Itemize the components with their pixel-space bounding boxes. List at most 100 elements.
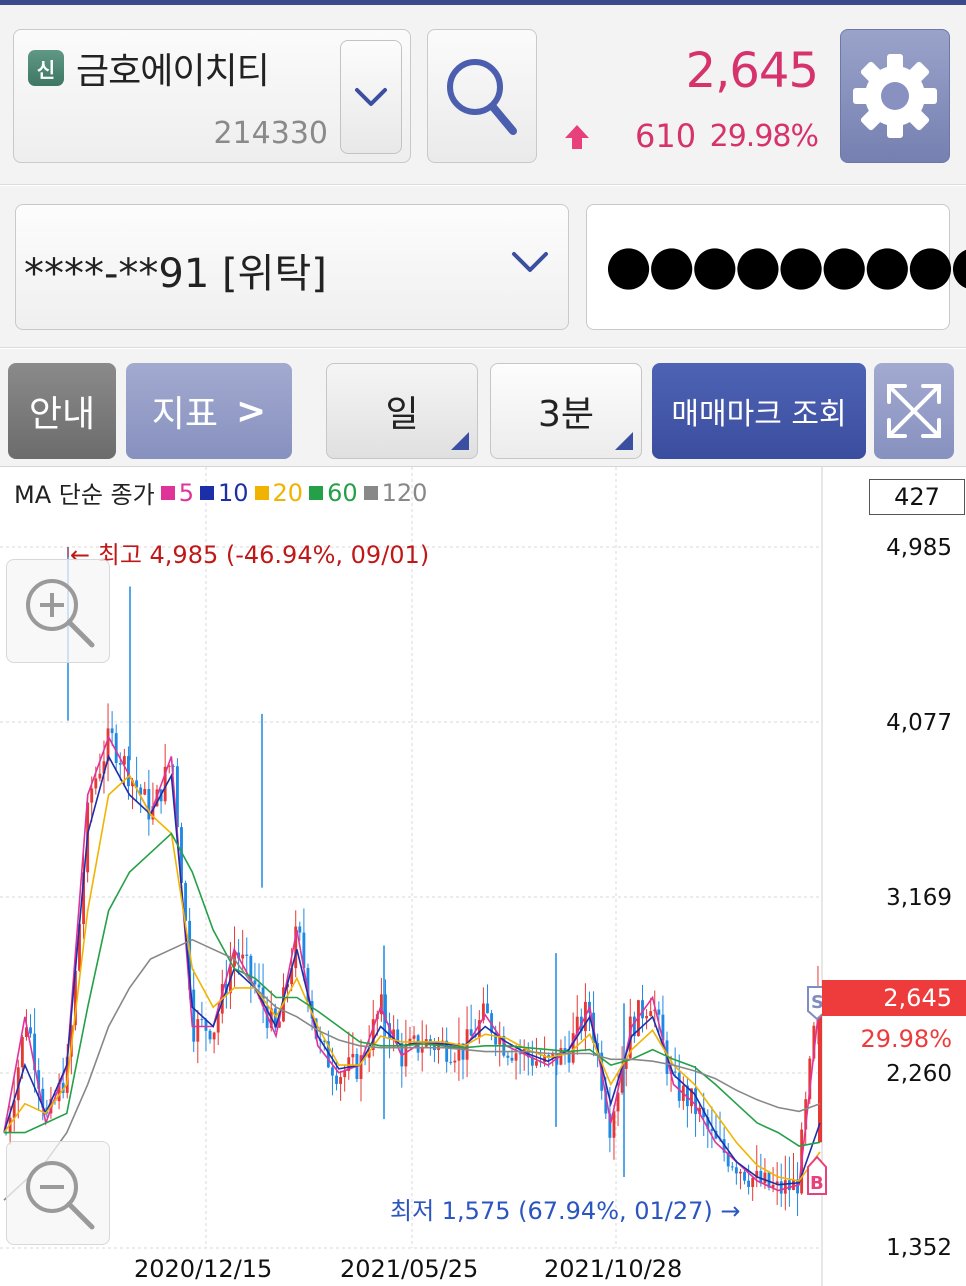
candle-body (751, 1177, 755, 1187)
settings-button[interactable] (840, 29, 950, 163)
stock-name[interactable]: 금호에이치티 (76, 42, 270, 94)
y-tick-label: 4,985 (886, 535, 952, 561)
candle-body (649, 1011, 653, 1016)
candle-body (343, 1070, 347, 1078)
current-price: 2,645 (685, 43, 819, 99)
expand-icon (887, 384, 941, 438)
interval-select[interactable]: 3분 (490, 363, 642, 459)
candle-body (331, 1067, 334, 1076)
current-rate-tag: 29.98% (860, 1025, 952, 1053)
candle-body (147, 789, 151, 820)
chevron-down-icon (355, 88, 387, 106)
candle-body (486, 1003, 489, 1014)
zoom-out-icon (26, 1161, 95, 1230)
chevron-right-icon: > (236, 390, 267, 432)
password-input[interactable]: ●●●●●●●●● (586, 204, 966, 330)
low-price-label: 최저 1,575 (67.94%, 01/27) → (390, 1197, 741, 1225)
stock-code: 214330 (213, 116, 328, 151)
candle-body (763, 1172, 767, 1184)
candle-body (94, 778, 98, 789)
high-price-label: ← 최고 4,985 (-46.94%, 09/01) (70, 541, 430, 569)
candle-body (196, 1019, 200, 1042)
candle-body (412, 1035, 416, 1039)
fullscreen-button[interactable] (874, 363, 954, 459)
buy-marker: B (807, 1155, 827, 1195)
x-tick-label: 2020/12/15 (134, 1255, 273, 1283)
candle-body (779, 1181, 783, 1194)
search-button[interactable] (427, 29, 537, 163)
candle-body (298, 926, 302, 933)
candle-body (657, 1009, 661, 1015)
candle-body (783, 1180, 787, 1194)
y-tick-label: 1,352 (886, 1235, 952, 1261)
candle-body (645, 1015, 649, 1019)
up-arrow-icon (563, 123, 591, 151)
account-selector[interactable]: ****-**91 [위탁] (15, 204, 569, 330)
credit-badge: 신 (28, 50, 64, 86)
candle-body (787, 1180, 791, 1191)
candle-body (792, 1179, 795, 1191)
legend-ma60: 60 (309, 479, 358, 507)
chart-toolbar: 안내 지표 > 일 3분 매매마크 조회 (0, 349, 966, 467)
stock-dropdown-button[interactable] (340, 40, 402, 154)
candle-body (677, 1072, 681, 1101)
zoom-out-button[interactable] (6, 1141, 110, 1245)
guide-button[interactable]: 안내 (8, 363, 116, 459)
price-chart[interactable]: SB MA 단순 종가 5 10 20 60 120 427 4,985 4,0… (0, 467, 966, 1286)
candle-body (200, 1019, 204, 1021)
trade-mark-button[interactable]: 매매마크 조회 (652, 363, 866, 459)
candle-body (257, 984, 261, 988)
candle-body (208, 1030, 212, 1040)
stock-header: 신 금호에이치티 214330 2,645 610 29.98% (0, 5, 966, 185)
search-icon (447, 59, 517, 135)
candle-body (212, 1032, 216, 1040)
legend-ma5: 5 (160, 479, 194, 507)
chevron-down-icon (510, 249, 550, 275)
candle-body (743, 1171, 746, 1181)
candle-body (98, 773, 102, 779)
zoom-in-button[interactable] (6, 559, 110, 663)
candle-body (469, 1029, 473, 1036)
candle-body (90, 788, 94, 803)
candle-body (506, 1055, 510, 1058)
price-change-rate: 29.98% (709, 119, 819, 154)
candle-body (339, 1077, 343, 1084)
candle-body (20, 1036, 24, 1068)
candle-body (694, 1088, 697, 1115)
x-tick-label: 2021/10/28 (544, 1255, 683, 1283)
legend-ma20: 20 (254, 479, 303, 507)
candle-body (29, 1027, 32, 1034)
candle-body (351, 1053, 355, 1058)
candle-body (110, 728, 114, 734)
candle-body (192, 989, 196, 1042)
y-tick-label: 4,077 (886, 710, 952, 736)
x-tick-label: 2021/05/25 (340, 1255, 479, 1283)
candle-body (241, 954, 245, 959)
legend-ma120: 120 (363, 479, 427, 507)
period-label: 일 (385, 394, 419, 435)
corner-triangle-icon (451, 432, 469, 450)
ma-line-10 (3, 754, 821, 1186)
candle-body (453, 1060, 457, 1063)
account-number: ****-**91 [위탁] (24, 251, 327, 297)
candle-body (673, 1071, 677, 1073)
candle-body (734, 1167, 738, 1174)
candle-body (747, 1180, 751, 1187)
zoom-in-icon (26, 579, 95, 648)
corner-triangle-icon (615, 432, 633, 450)
legend-ma10: 10 (199, 479, 249, 507)
candle-body (245, 954, 249, 956)
chart-canvas[interactable]: SB (0, 467, 966, 1286)
svg-text:B: B (810, 1173, 824, 1194)
stock-selector[interactable]: 신 금호에이치티 214330 (13, 29, 411, 163)
y-tick-label: 2,260 (886, 1061, 952, 1087)
candle-body (335, 1075, 338, 1084)
candle-body (143, 789, 147, 795)
price-change: 610 (635, 117, 697, 155)
indicator-button[interactable]: 지표 > (126, 363, 292, 459)
candle-body (730, 1166, 734, 1168)
password-mask: ●●●●●●●●● (605, 233, 966, 296)
interval-label: 3분 (537, 394, 595, 435)
period-select[interactable]: 일 (326, 363, 478, 459)
y-tick-label: 3,169 (886, 885, 952, 911)
